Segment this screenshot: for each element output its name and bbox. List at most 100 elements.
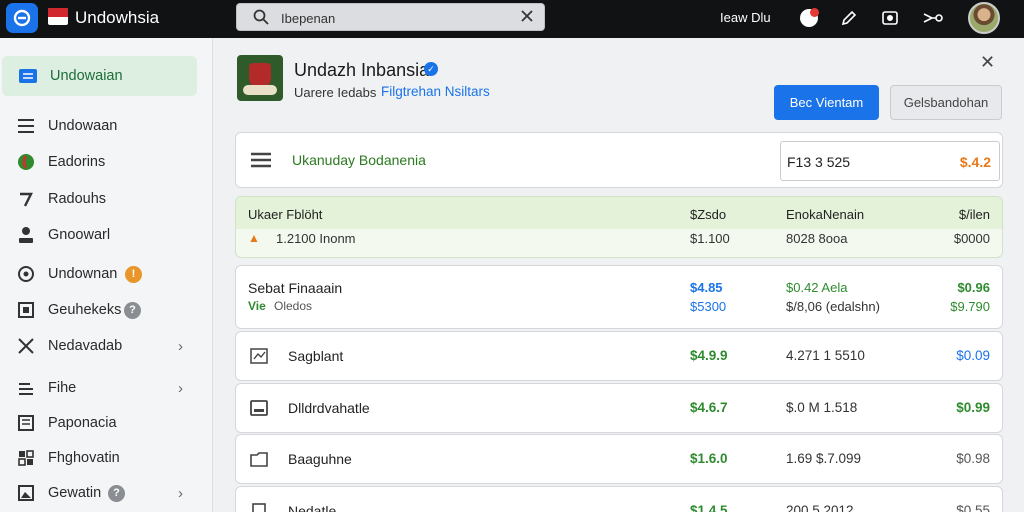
sidebar-item-undowaian[interactable]: Undowaian [2,56,197,96]
row-volume: 4.271 1 5510 [786,348,865,363]
list-icon [16,116,36,136]
search-icon[interactable] [253,9,269,25]
row-name: Baaguhne [288,451,352,467]
row-name: Sagblant [288,348,344,364]
document-icon [16,413,36,433]
file-icon [16,378,36,398]
sidebar-item-fihe[interactable]: Fihe › [0,370,213,406]
sidebar-item-label: Paponacia [48,415,117,431]
column-header[interactable]: Ukaer Fblöht [248,207,322,222]
app-title: Undowhsia [75,8,160,27]
close-icon[interactable]: ✕ [980,52,995,73]
table-row[interactable]: Sagblant $4.9.9 4.271 1 5510 $0.09 [235,331,1003,381]
table-row[interactable]: Dlldrdvahatle $4.6.7 $.0 M 1.518 $0.99 [235,383,1003,433]
sidebar-item-label: Fihe [48,380,77,396]
sidebar-item-fhghovatin[interactable]: Fhghovatin [0,440,213,476]
edit-icon[interactable] [838,7,860,29]
summary-field-value: F13 3 525 [787,154,851,170]
summary-row-cell: $1.100 [690,231,730,246]
page-title: Undazh Inbansia [294,60,430,80]
folder-icon [250,452,268,467]
row-volume: 200 5 2012 [786,503,854,512]
summary-field-amount: $.4.2 [959,154,991,170]
subtitle-link[interactable]: Filgtrehan Nsiltars [381,84,490,99]
sidebar-item-geuhekeks[interactable]: Geuhekeks ? [0,292,213,328]
sidebar-item-paponacia[interactable]: Paponacia [0,405,213,441]
grid-icon [16,448,36,468]
verified-icon: ✓ [424,62,438,76]
secondary-action-button[interactable]: Gelsbandohan [890,85,1002,120]
row-change: $0.98 [956,451,990,466]
row-volume-secondary: $/8,06 (edalshn) [786,299,880,314]
summary-card: Ukanuday Bodanenia F13 3 525 $.4.2 [235,132,1003,188]
summary-row-cell: 8028 8ooa [786,231,848,246]
summary-row-cell: $0000 [953,231,990,246]
sidebar-item-undownan[interactable]: Undownan ! [0,256,213,292]
sidebar-item-nedavadab[interactable]: Nedavadab › [0,328,213,364]
summary-label: Ukanuday Bodanenia [292,152,426,168]
search-bar[interactable] [236,3,545,31]
summary-row-label: 1.2100 Inonm [276,231,356,246]
row-change: $0.99 [956,400,990,415]
row-price-secondary: $5300 [690,299,727,314]
sidebar-item-label: Undownan [48,266,118,282]
table-header: Ukaer Fblöht $Zsdo EnokaNenain $/ilen ▲ … [235,196,1003,258]
image-icon [16,483,36,503]
notifications-icon[interactable] [798,7,820,29]
row-price: $1.6.0 [690,451,728,466]
chart-icon [250,348,268,364]
row-price: $1.4.5 [690,503,728,512]
search-input[interactable] [281,8,501,28]
column-header[interactable]: $Zsdo [690,207,726,222]
top-bar: Undowhsia Ieaw Dlu [0,0,1024,38]
leaf-icon [16,152,36,172]
row-name: Nedatle [288,503,337,512]
chevron-right-icon[interactable]: › [178,380,183,397]
sidebar-item-undowaan[interactable]: Undowaan [0,108,213,144]
help-badge-icon: ? [108,484,125,502]
chevron-right-icon[interactable]: › [178,338,183,355]
table-header-row: Ukaer Fblöht $Zsdo EnokaNenain $/ilen [236,197,1002,229]
row-change: $0.55 [956,503,990,512]
clear-search-icon[interactable] [520,9,534,23]
globe-icon [16,264,36,284]
sidebar-item-eadorins[interactable]: Eadorins [0,144,213,180]
sidebar-item-radouhs[interactable]: Radouhs [0,181,213,217]
chevron-right-icon[interactable]: › [178,485,183,502]
row-volume: 1.69 $.7.099 [786,451,862,466]
primary-action-button[interactable]: Bec Vientam [774,85,879,120]
row-tag: Vie [248,299,266,313]
flag-icon [48,8,68,25]
sidebar-item-gnoowarl[interactable]: Gnoowarl [0,217,213,253]
app-logo-icon[interactable] [6,3,38,33]
inbox-icon [18,66,38,86]
monitor-icon [250,400,268,416]
row-price: $4.6.7 [690,400,728,415]
user-icon [16,225,36,245]
row-volume: $.0 M 1.518 [786,400,858,415]
avatar[interactable] [968,2,1000,34]
user-name[interactable]: Ieaw Dlu [720,10,771,25]
fire-icon: ▲ [248,231,260,245]
share-icon[interactable] [922,7,944,29]
sidebar-item-label: Nedavadab [48,338,123,354]
table-row[interactable]: Baaguhne $1.6.0 1.69 $.7.099 $0.98 [235,434,1003,484]
sidebar-item-label: Radouhs [48,191,107,207]
menu-icon[interactable] [250,152,272,168]
sidebar-item-label: Undowaian [50,68,123,84]
camera-icon[interactable] [879,7,901,29]
row-change: $0.09 [956,348,990,363]
column-header[interactable]: $/ilen [959,207,990,222]
summary-field[interactable]: F13 3 525 $.4.2 [780,141,1000,181]
square-icon [16,300,36,320]
table-row[interactable]: Sebat Finaaain Vie Oledos $4.85 $5300 $0… [235,265,1003,329]
table-row[interactable]: Nedatle $1.4.5 200 5 2012 $0.55 [235,486,1003,512]
column-header[interactable]: EnokaNenain [786,207,864,222]
sidebar-item-label: Gnoowarl [48,227,111,243]
sidebar-item-label: Undowaan [48,118,118,134]
row-change: $0.96 [957,280,990,295]
sidebar-item-gewatin[interactable]: Gewatin ? › [0,475,213,511]
page-subtitle: Uarere Iedabs [294,85,377,100]
sidebar-item-label: Fhghovatin [48,450,120,466]
row-volume: $0.42 Aela [786,280,848,295]
